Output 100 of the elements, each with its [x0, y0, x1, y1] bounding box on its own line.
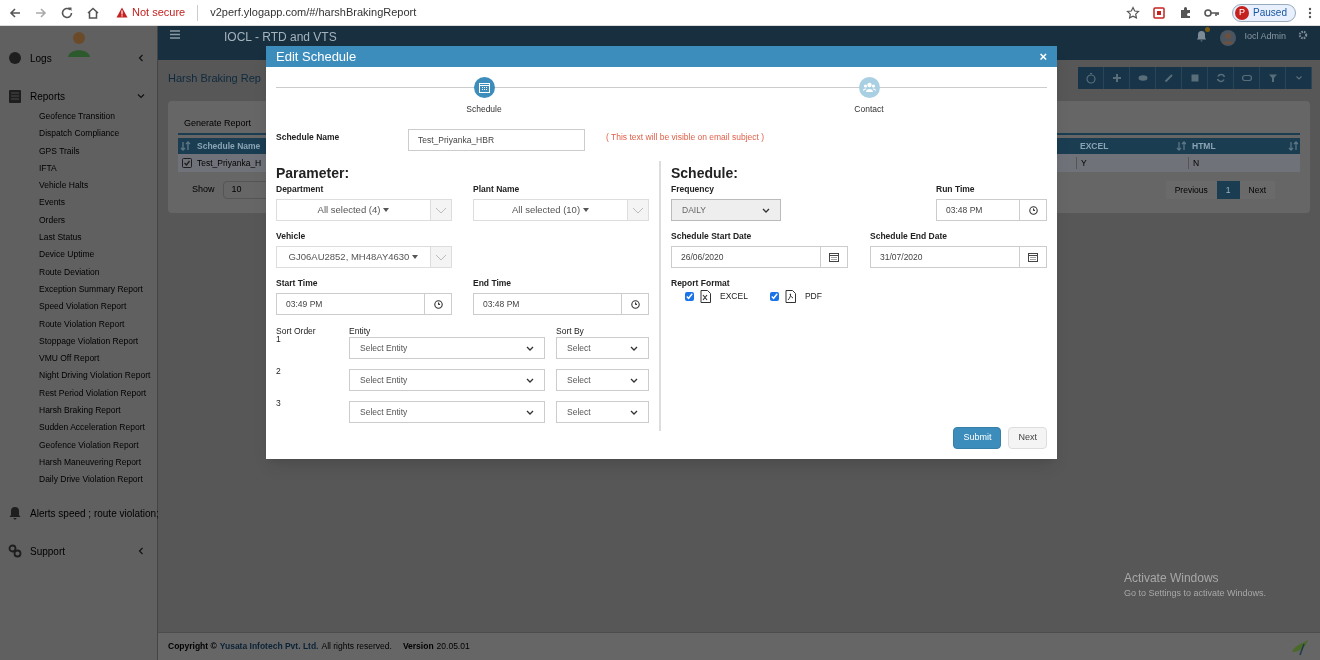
sidebar-subitem[interactable]: IFTA	[39, 161, 153, 174]
time-field[interactable]: 03:49 PM	[276, 293, 452, 315]
puzzle-icon[interactable]	[1178, 5, 1193, 20]
sidebar-subitem[interactable]: Geofence Transition	[39, 110, 153, 122]
chevron-icon	[435, 253, 447, 261]
date-field[interactable]: 31/07/2020	[870, 246, 1047, 268]
sidebar-subitem[interactable]: Harsh Maneuvering Report	[39, 455, 153, 468]
avatar-icon	[1220, 30, 1237, 46]
user-name[interactable]: Iocl Admin	[1244, 30, 1286, 44]
sidebar-subitem[interactable]: Orders	[39, 213, 153, 226]
select-dropdown[interactable]: Select Entity	[349, 337, 545, 359]
select-dropdown[interactable]: Select Entity	[349, 401, 545, 423]
sidebar-item[interactable]: Support	[30, 543, 66, 559]
submit-button[interactable]: Submit	[953, 427, 1002, 449]
pagination-button[interactable]: 1	[1216, 181, 1240, 199]
back-icon[interactable]	[8, 5, 22, 20]
pagination-button[interactable]: Next	[1239, 181, 1275, 199]
section-heading: Parameter:	[276, 164, 351, 183]
sidebar-subitem[interactable]: Route Violation Report	[39, 317, 153, 330]
select-dropdown[interactable]: Select	[556, 337, 649, 359]
toolbar-button[interactable]	[1130, 67, 1156, 89]
sidebar-subitem[interactable]: Device Uptime	[39, 248, 153, 261]
sidebar-subitem[interactable]: Events	[39, 196, 153, 209]
multiselect-dropdown[interactable]: All selected (4)	[276, 199, 452, 221]
chevron-icon	[630, 345, 638, 351]
format-label: PDF	[804, 290, 822, 303]
key-icon[interactable]	[1204, 7, 1221, 18]
column-header[interactable]: HTML	[1192, 139, 1216, 153]
company-link[interactable]: Yusata Infotech Pvt. Ltd.	[219, 640, 319, 653]
toolbar-button[interactable]	[1182, 67, 1208, 89]
column-header[interactable]: EXCEL	[1080, 139, 1109, 153]
clock-icon	[630, 299, 640, 309]
url-text[interactable]: v2perf.ylogapp.com/#/harshBrakingReport	[210, 4, 417, 21]
next-button[interactable]: Next	[1008, 427, 1047, 449]
toolbar-button[interactable]	[1208, 67, 1234, 89]
select-dropdown[interactable]: Select Entity	[349, 369, 545, 391]
pagination-button[interactable]: Previous	[1165, 181, 1217, 199]
toolbar-button[interactable]	[1260, 67, 1286, 89]
time-field[interactable]: 03:48 PM	[473, 293, 649, 315]
forward-icon[interactable]	[34, 5, 48, 20]
schedule-name-field[interactable]: Test_Priyanka_HBR	[408, 129, 585, 151]
checkbox-icon[interactable]	[182, 158, 192, 168]
extension-icon[interactable]	[1152, 5, 1167, 20]
sidebar-subitem[interactable]: Geofence Violation Report	[39, 438, 153, 451]
reload-icon[interactable]	[60, 5, 74, 20]
sidebar-subitem[interactable]: Last Status	[39, 231, 153, 244]
multiselect-dropdown[interactable]: All selected (10)	[473, 199, 649, 221]
menu-icon[interactable]	[170, 30, 180, 39]
sidebar-subitem[interactable]: Exception Summary Report	[39, 282, 153, 295]
field-label: Schedule End Date	[870, 230, 948, 243]
chevron-icon	[526, 409, 534, 415]
sidebar-subitem[interactable]: Vehicle Halts	[39, 179, 153, 192]
checkbox[interactable]	[685, 292, 694, 301]
table-cell-text: Test_Priyanka_H	[197, 156, 263, 170]
step-indicator[interactable]	[473, 77, 495, 98]
field-label: Vehicle	[276, 230, 307, 243]
plus-icon	[1110, 72, 1123, 84]
sidebar-subitem[interactable]: VMU Off Report	[39, 352, 153, 365]
report-tab[interactable]: Generate Report	[178, 111, 258, 133]
calendar-icon	[478, 82, 490, 93]
multiselect-dropdown[interactable]: GJ06AU2852, MH48AY4630	[276, 246, 452, 268]
bell-icon[interactable]	[1196, 30, 1208, 42]
profile-button[interactable]: P Paused	[1232, 3, 1296, 22]
home-icon[interactable]	[86, 5, 100, 20]
field-label: Report Format	[671, 277, 731, 290]
app-title: IOCL - RTD and VTS	[224, 30, 337, 44]
checkbox[interactable]	[769, 292, 779, 301]
sidebar-item[interactable]: Reports	[30, 88, 65, 104]
select-dropdown[interactable]: Select	[556, 401, 649, 423]
close-button[interactable]: ×	[1039, 50, 1047, 63]
field-label: Frequency	[671, 183, 715, 196]
sidebar-item[interactable]: Alerts speed ; route violation;	[30, 505, 159, 521]
time-field[interactable]: 03:48 PM	[936, 199, 1047, 221]
sidebar-subitem[interactable]: Speed Violation Report	[39, 300, 153, 313]
document-icon	[8, 88, 22, 104]
sidebar-subitem[interactable]: GPS Trails	[39, 144, 153, 157]
toolbar-button[interactable]	[1104, 67, 1130, 89]
sidebar-subitem[interactable]: Daily Drive Violation Report	[39, 473, 153, 486]
toolbar-button[interactable]	[1234, 67, 1260, 89]
sidebar-subitem[interactable]: Harsh Braking Report	[39, 404, 153, 417]
sidebar-subitem[interactable]: Dispatch Compliance	[39, 127, 153, 140]
sidebar-subitem[interactable]: Stoppage Violation Report	[39, 334, 153, 347]
sort-order-number: 3	[276, 397, 282, 410]
date-field[interactable]: 26/06/2020	[671, 246, 848, 268]
step-label[interactable]: Schedule	[466, 103, 502, 116]
toolbar-button[interactable]	[1156, 67, 1182, 89]
sidebar-subitem[interactable]: Night Driving Violation Report	[39, 369, 153, 382]
sidebar-subitem[interactable]: Route Deviation	[39, 265, 153, 278]
more-icon[interactable]	[1308, 6, 1312, 19]
star-icon[interactable]	[1126, 5, 1141, 20]
sidebar-subitem[interactable]: Rest Period Violation Report	[39, 386, 153, 399]
field-label: Department	[276, 183, 325, 196]
select-dropdown[interactable]: Select	[556, 369, 649, 391]
gear-icon[interactable]	[1298, 30, 1308, 40]
copyright-label: Copyright ©	[168, 640, 217, 653]
sidebar-subitem[interactable]: Sudden Acceleration Report	[39, 421, 153, 434]
sidebar-item[interactable]: Logs	[30, 50, 52, 66]
calendar-icon	[829, 252, 839, 262]
hint-text: ( This text will be visible on email subject )	[606, 131, 765, 144]
step-label[interactable]: Contact	[854, 103, 884, 116]
